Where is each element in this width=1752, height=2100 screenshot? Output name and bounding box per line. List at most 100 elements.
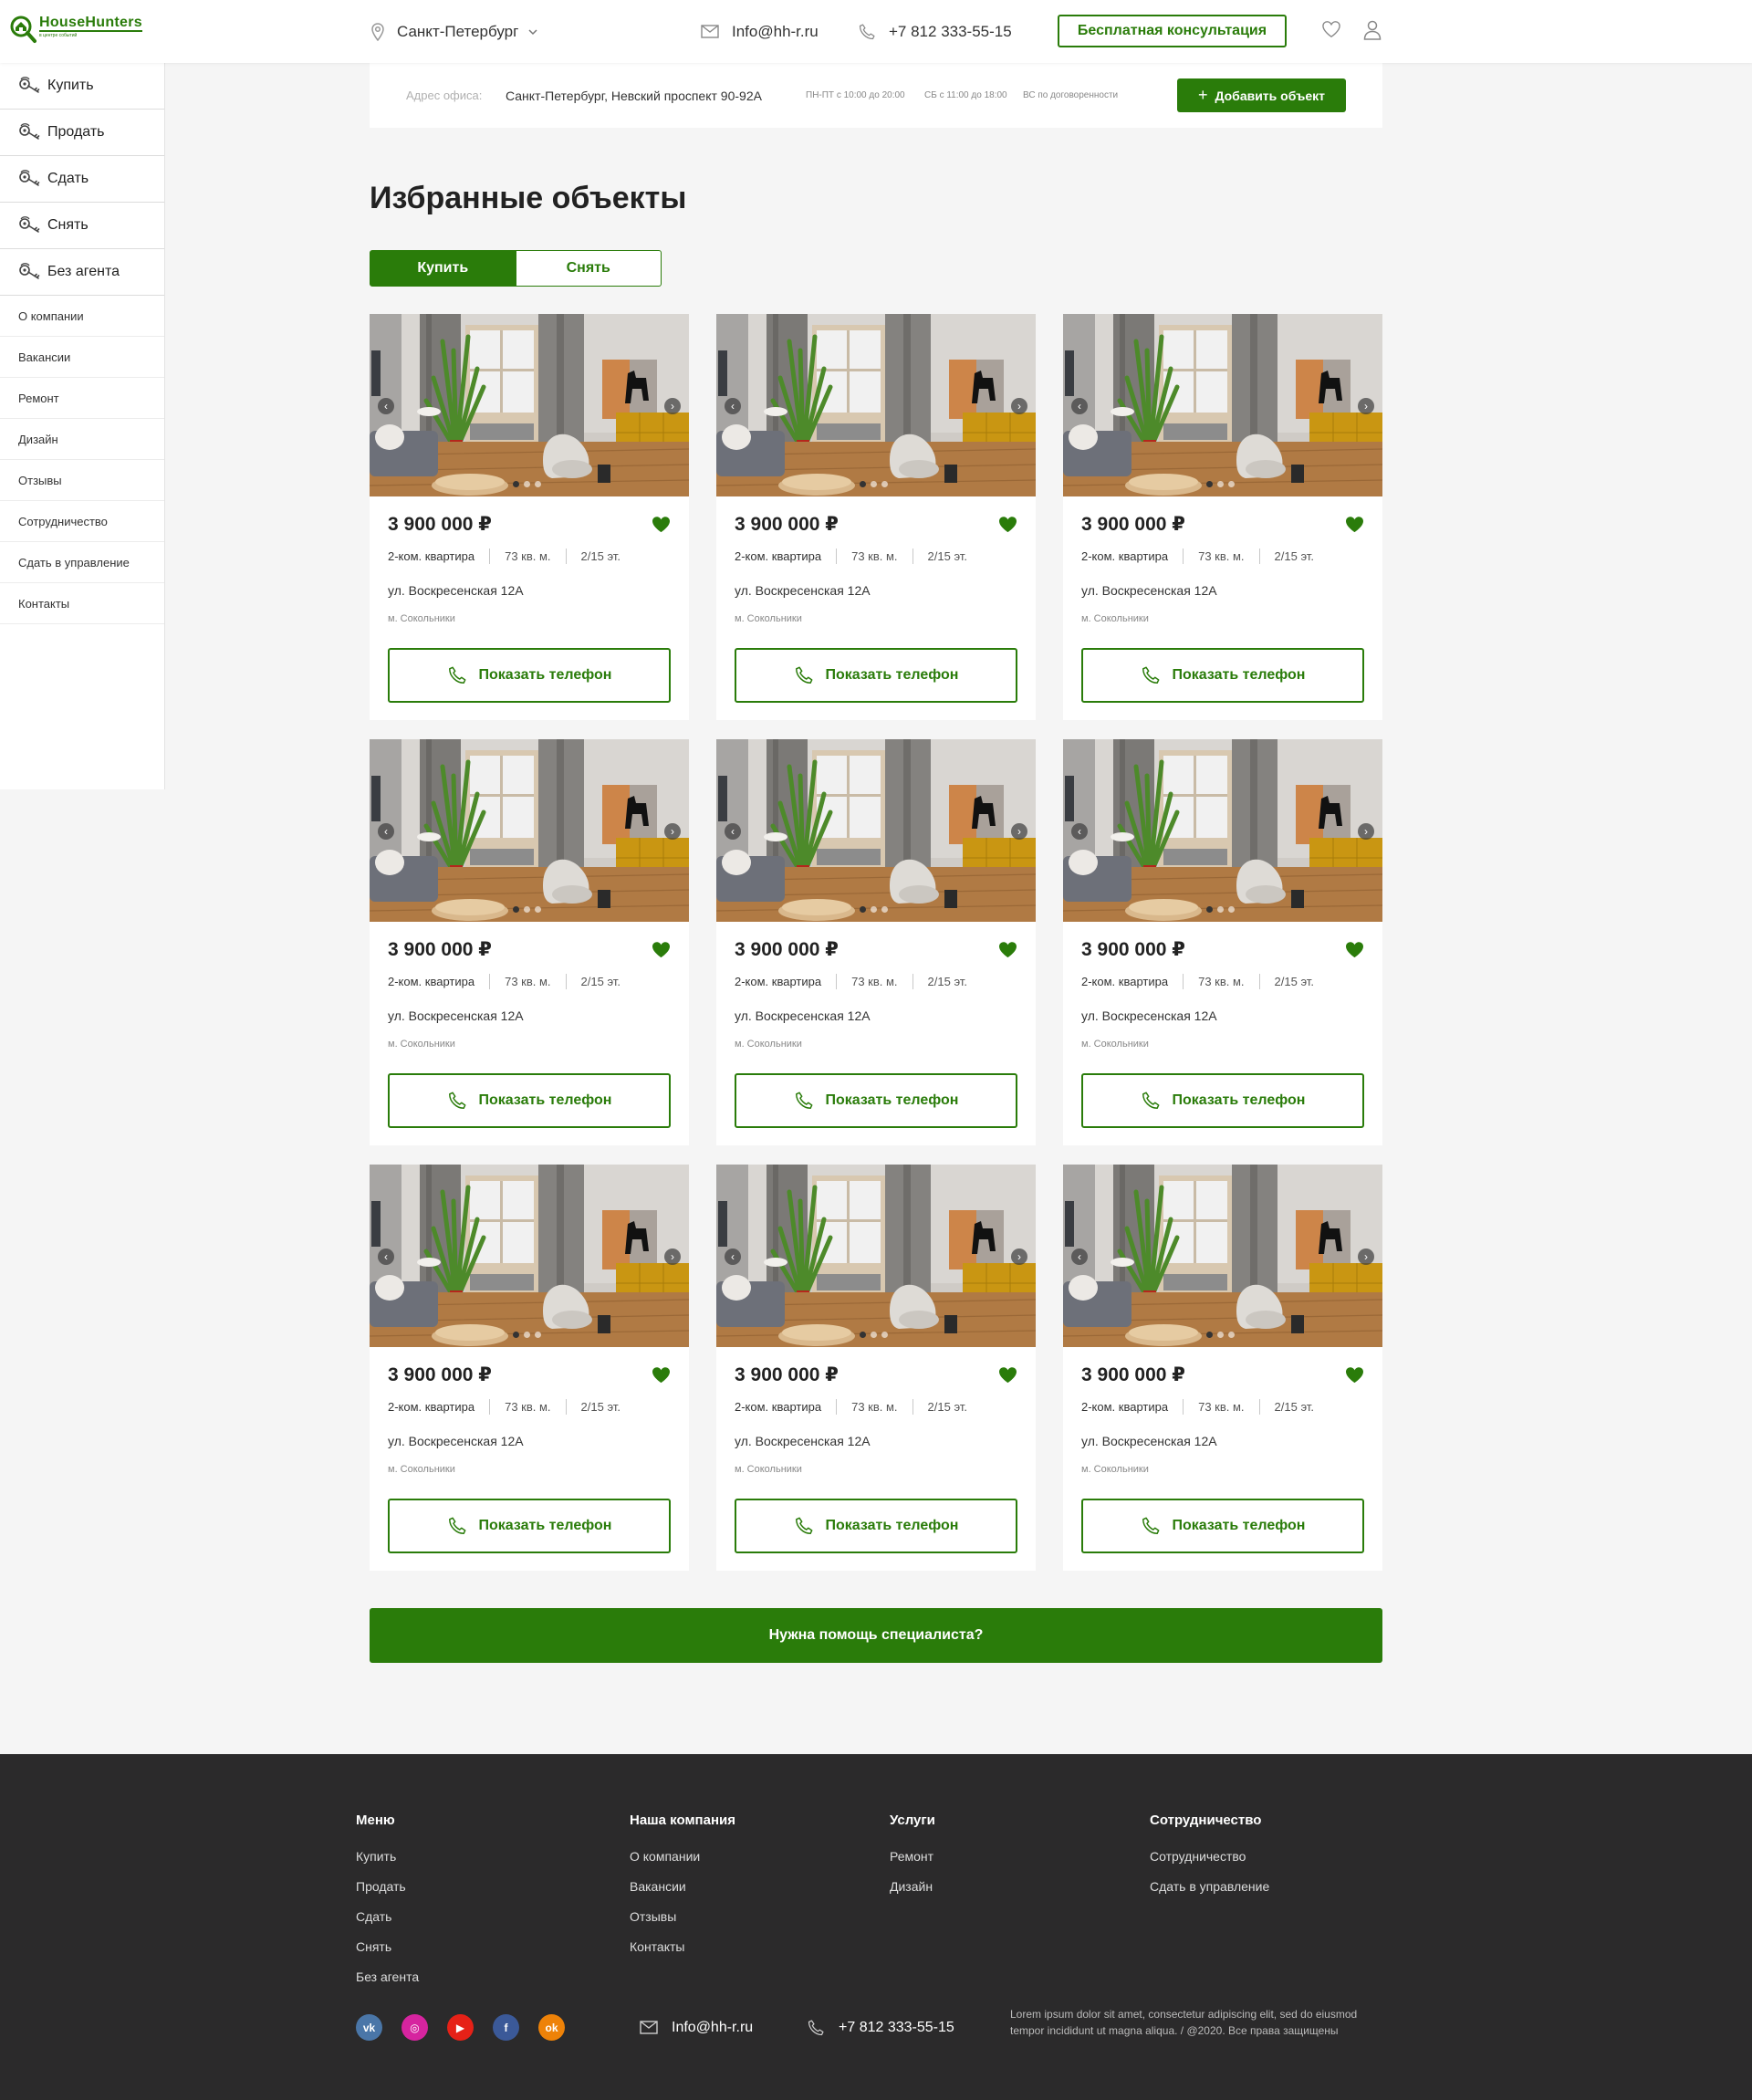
listing-photo[interactable]: ‹ ›	[370, 1165, 689, 1347]
photo-dot[interactable]	[1217, 906, 1224, 913]
photo-dot[interactable]	[881, 1332, 888, 1338]
show-phone-button[interactable]: Показать телефон	[1081, 1499, 1364, 1553]
sidebar-item-link[interactable]: Ремонт	[0, 378, 164, 419]
photo-dot[interactable]	[535, 1332, 541, 1338]
photo-dot[interactable]	[871, 906, 877, 913]
listing-photo[interactable]: ‹ ›	[716, 314, 1036, 496]
tab-rent[interactable]: Снять	[516, 250, 662, 287]
prev-photo-arrow[interactable]: ‹	[725, 398, 741, 414]
footer-link[interactable]: Снять	[356, 1939, 419, 1969]
footer-link[interactable]: Дизайн	[890, 1879, 935, 1909]
header-email[interactable]: Info@hh-r.ru	[701, 0, 819, 63]
prev-photo-arrow[interactable]: ‹	[378, 398, 394, 414]
listing-photo[interactable]: ‹ ›	[370, 314, 689, 496]
sidebar-item-link[interactable]: О компании	[0, 296, 164, 337]
favorite-toggle[interactable]	[998, 941, 1017, 958]
photo-dot[interactable]	[860, 1332, 866, 1338]
footer-link[interactable]: Сдать	[356, 1909, 419, 1939]
next-photo-arrow[interactable]: ›	[1358, 398, 1374, 414]
favorite-toggle[interactable]	[652, 941, 671, 958]
footer-link[interactable]: Сдать в управление	[1150, 1879, 1269, 1909]
prev-photo-arrow[interactable]: ‹	[1071, 823, 1088, 840]
next-photo-arrow[interactable]: ›	[1011, 1249, 1027, 1265]
listing-photo[interactable]: ‹ ›	[370, 739, 689, 922]
footer-link[interactable]: Сотрудничество	[1150, 1849, 1269, 1879]
photo-dot[interactable]	[1206, 1332, 1213, 1338]
photo-dot[interactable]	[860, 906, 866, 913]
tab-buy[interactable]: Купить	[370, 250, 516, 287]
listing-photo[interactable]: ‹ ›	[1063, 314, 1382, 496]
photo-dot[interactable]	[524, 906, 530, 913]
footer-email[interactable]: Info@hh-r.ru	[640, 2014, 753, 2041]
photo-dot[interactable]	[513, 1332, 519, 1338]
facebook-icon[interactable]: f	[493, 2014, 519, 2041]
sidebar-item-main[interactable]: Снять	[0, 203, 164, 249]
favorite-toggle[interactable]	[652, 1366, 671, 1384]
favorite-toggle[interactable]	[1345, 516, 1364, 533]
favorite-toggle[interactable]	[1345, 941, 1364, 958]
photo-dot[interactable]	[1228, 1332, 1235, 1338]
add-listing-button[interactable]: + Добавить объект	[1177, 78, 1346, 112]
youtube-icon[interactable]: ▶	[447, 2014, 474, 2041]
header-phone[interactable]: +7 812 333-55-15	[858, 0, 1012, 63]
footer-link[interactable]: Без агента	[356, 1969, 419, 2000]
sidebar-item-link[interactable]: Сотрудничество	[0, 501, 164, 542]
next-photo-arrow[interactable]: ›	[664, 398, 681, 414]
sidebar-item-link[interactable]: Дизайн	[0, 419, 164, 460]
listing-photo[interactable]: ‹ ›	[1063, 739, 1382, 922]
sidebar-item-link[interactable]: Отзывы	[0, 460, 164, 501]
next-photo-arrow[interactable]: ›	[1358, 823, 1374, 840]
user-icon[interactable]	[1363, 20, 1382, 40]
odnoklassniki-icon[interactable]: ok	[538, 2014, 565, 2041]
favorite-toggle[interactable]	[998, 1366, 1017, 1384]
photo-dot[interactable]	[1206, 906, 1213, 913]
footer-link[interactable]: Купить	[356, 1849, 419, 1879]
show-phone-button[interactable]: Показать телефон	[1081, 1073, 1364, 1128]
footer-link[interactable]: Отзывы	[630, 1909, 735, 1939]
prev-photo-arrow[interactable]: ‹	[378, 823, 394, 840]
sidebar-item-link[interactable]: Контакты	[0, 583, 164, 624]
vk-icon[interactable]: vk	[356, 2014, 382, 2041]
photo-dot[interactable]	[1206, 481, 1213, 487]
sidebar-item-link[interactable]: Вакансии	[0, 337, 164, 378]
footer-link[interactable]: Продать	[356, 1879, 419, 1909]
photo-dot[interactable]	[881, 481, 888, 487]
heart-icon[interactable]	[1321, 20, 1341, 38]
show-phone-button[interactable]: Показать телефон	[735, 1499, 1017, 1553]
sidebar-item-main[interactable]: Сдать	[0, 156, 164, 203]
prev-photo-arrow[interactable]: ‹	[1071, 398, 1088, 414]
next-photo-arrow[interactable]: ›	[1011, 398, 1027, 414]
photo-dot[interactable]	[524, 481, 530, 487]
sidebar-item-link[interactable]: Сдать в управление	[0, 542, 164, 583]
photo-dot[interactable]	[1228, 481, 1235, 487]
photo-dot[interactable]	[535, 906, 541, 913]
photo-dot[interactable]	[881, 906, 888, 913]
next-photo-arrow[interactable]: ›	[1011, 823, 1027, 840]
footer-phone[interactable]: +7 812 333-55-15	[807, 2014, 954, 2041]
photo-dot[interactable]	[871, 481, 877, 487]
photo-dot[interactable]	[860, 481, 866, 487]
show-phone-button[interactable]: Показать телефон	[1081, 648, 1364, 703]
need-help-button[interactable]: Нужна помощь специалиста?	[370, 1608, 1382, 1663]
prev-photo-arrow[interactable]: ‹	[378, 1249, 394, 1265]
sidebar-item-main[interactable]: Продать	[0, 110, 164, 156]
photo-dot[interactable]	[1228, 906, 1235, 913]
prev-photo-arrow[interactable]: ‹	[725, 1249, 741, 1265]
photo-dot[interactable]	[513, 906, 519, 913]
footer-link[interactable]: Вакансии	[630, 1879, 735, 1909]
next-photo-arrow[interactable]: ›	[664, 1249, 681, 1265]
favorite-toggle[interactable]	[998, 516, 1017, 533]
free-consultation-button[interactable]: Бесплатная консультация	[1058, 15, 1287, 47]
show-phone-button[interactable]: Показать телефон	[735, 648, 1017, 703]
footer-link[interactable]: Контакты	[630, 1939, 735, 1969]
photo-dot[interactable]	[1217, 481, 1224, 487]
sidebar-item-main[interactable]: Купить	[0, 63, 164, 110]
photo-dot[interactable]	[524, 1332, 530, 1338]
prev-photo-arrow[interactable]: ‹	[1071, 1249, 1088, 1265]
logo[interactable]: HouseHunters в центре событий	[9, 15, 142, 44]
listing-photo[interactable]: ‹ ›	[716, 1165, 1036, 1347]
instagram-icon[interactable]: ◎	[402, 2014, 428, 2041]
favorite-toggle[interactable]	[652, 516, 671, 533]
photo-dot[interactable]	[513, 481, 519, 487]
prev-photo-arrow[interactable]: ‹	[725, 823, 741, 840]
